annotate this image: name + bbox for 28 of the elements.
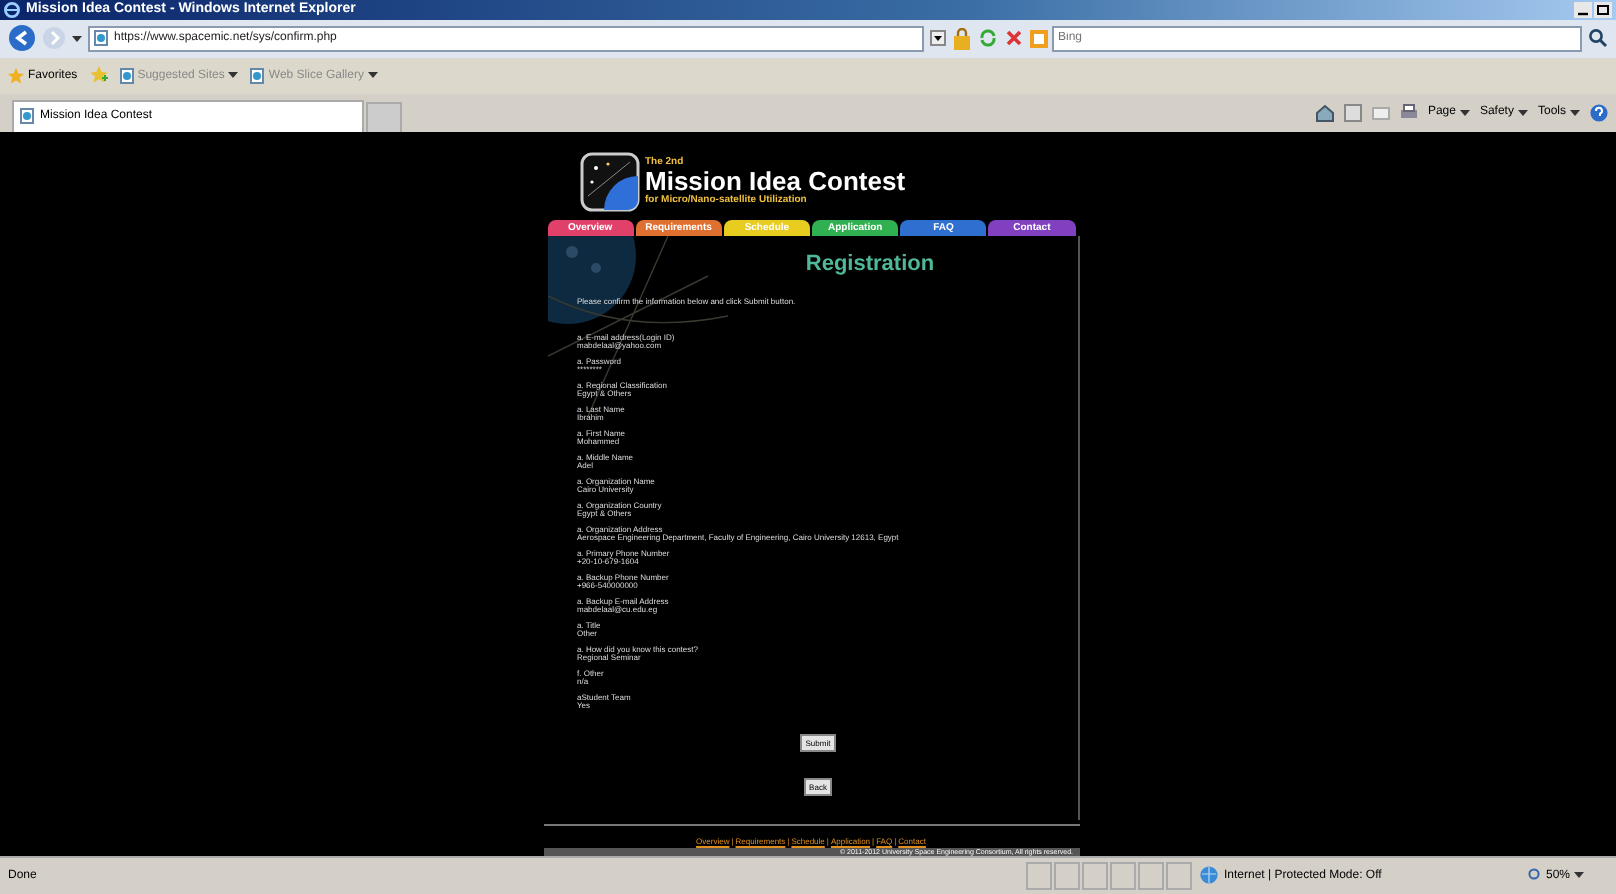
- caret-icon: [1574, 870, 1585, 881]
- back-icon[interactable]: [8, 24, 36, 53]
- page-icon: [119, 67, 134, 84]
- bing-icon: [1030, 29, 1048, 48]
- site-title: Mission Idea Contest: [645, 168, 906, 195]
- dropdown-icon[interactable]: [930, 30, 946, 47]
- satellite-logo-icon: [579, 151, 639, 212]
- zoom-icon: [1528, 868, 1542, 883]
- close-icon[interactable]: [1004, 28, 1024, 49]
- page-icon: [94, 30, 108, 47]
- caret-icon: [1570, 107, 1580, 118]
- page-icon: [250, 67, 265, 84]
- browser-icon: [4, 1, 20, 18]
- help-icon[interactable]: [1590, 103, 1608, 122]
- star-icon: [8, 67, 24, 84]
- caret-icon[interactable]: [72, 33, 82, 44]
- page-icon: [20, 108, 34, 125]
- caret-icon: [367, 70, 378, 81]
- caret-icon: [1459, 107, 1470, 118]
- restore-icon[interactable]: [1594, 1, 1612, 18]
- page-heading: Registration: [803, 251, 937, 276]
- print-icon[interactable]: [1399, 103, 1418, 122]
- caret-icon: [1517, 107, 1528, 118]
- caret-icon: [228, 70, 239, 81]
- minimize-icon[interactable]: [1574, 1, 1592, 18]
- search-icon[interactable]: [1588, 28, 1608, 49]
- globe-icon: [1200, 866, 1218, 885]
- home-icon[interactable]: [1315, 103, 1334, 122]
